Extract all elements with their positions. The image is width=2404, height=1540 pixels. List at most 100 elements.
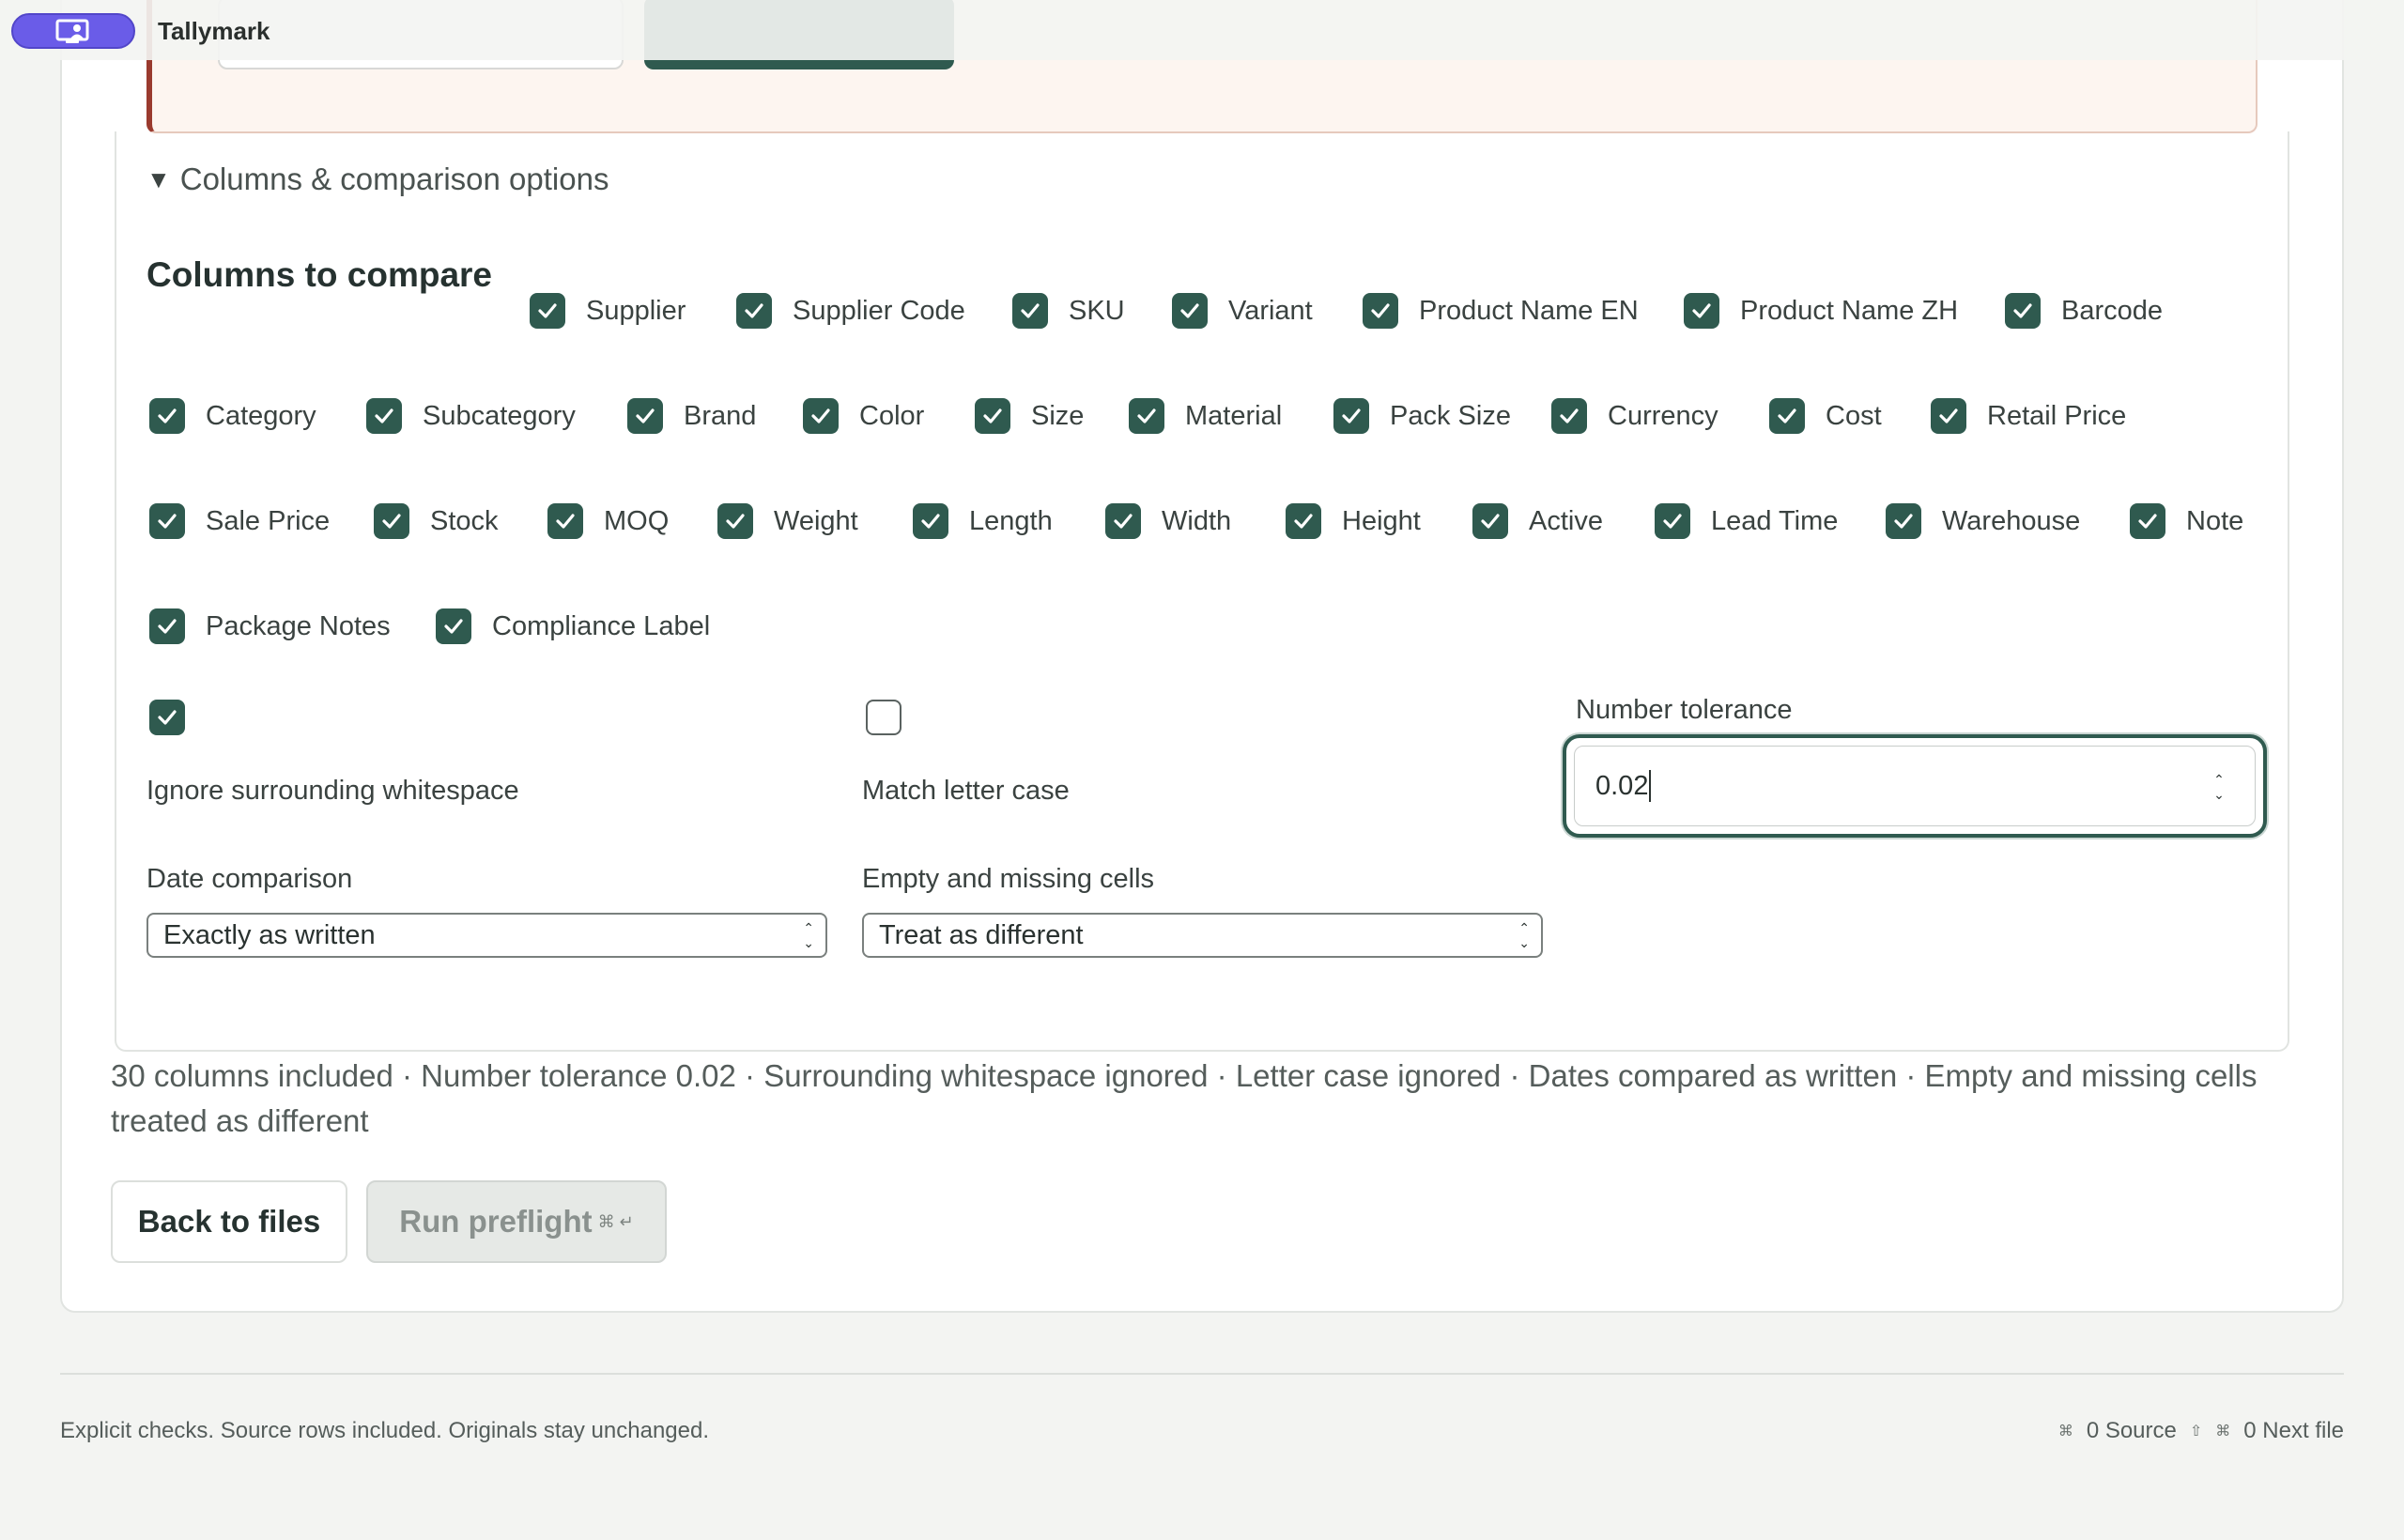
column-checkbox-item[interactable]: SKU <box>1012 293 1125 329</box>
column-checkbox-item[interactable]: Stock <box>374 503 499 539</box>
column-checkbox[interactable] <box>1769 398 1805 434</box>
next-file-shortcut[interactable]: 0 Next file <box>2243 1418 2344 1444</box>
options-disclosure-toggle[interactable]: ▼ Columns & comparison options <box>146 162 609 197</box>
column-checkbox-label: Lead Time <box>1711 505 1839 536</box>
column-checkbox-item[interactable]: MOQ <box>547 503 669 539</box>
column-checkbox[interactable] <box>366 398 402 434</box>
column-checkbox-item[interactable]: Lead Time <box>1655 503 1838 539</box>
column-checkbox-item[interactable]: Sale Price <box>149 503 330 539</box>
disclosure-triangle-icon: ▼ <box>146 164 171 193</box>
column-checkbox-label: Warehouse <box>1942 505 2081 536</box>
date-comparison-select[interactable]: Exactly as written ⌃ ⌄ <box>146 913 827 958</box>
number-tolerance-input[interactable]: 0.02 ⌃ ⌄ <box>1563 734 2267 838</box>
column-checkbox-label: Category <box>206 400 316 431</box>
check-icon <box>1371 303 1390 318</box>
column-checkbox-item[interactable]: Active <box>1472 503 1603 539</box>
options-summary: 30 columns included · Number tolerance 0… <box>111 1058 2258 1138</box>
check-icon <box>375 408 393 424</box>
column-checkbox[interactable] <box>436 608 471 644</box>
column-checkbox[interactable] <box>975 398 1010 434</box>
column-checkbox-item[interactable]: Note <box>2130 503 2243 539</box>
column-checkbox[interactable] <box>1105 503 1141 539</box>
column-checkbox-item[interactable]: Retail Price <box>1931 398 2126 434</box>
column-checkbox[interactable] <box>2130 503 2165 539</box>
app-switcher-button[interactable] <box>11 13 135 49</box>
options-toggle-label: Columns & comparison options <box>179 162 609 196</box>
column-checkbox-item[interactable]: Variant <box>1172 293 1313 329</box>
footer-divider <box>60 1373 2344 1375</box>
column-checkbox[interactable] <box>1172 293 1208 329</box>
column-checkbox[interactable] <box>1886 503 1921 539</box>
column-checkbox[interactable] <box>149 398 185 434</box>
stepper-arrows-icon[interactable]: ⌃ ⌄ <box>2209 770 2229 804</box>
column-checkbox-item[interactable]: Package Notes <box>149 608 391 644</box>
column-checkbox-label: Variant <box>1228 295 1313 326</box>
column-checkbox-label: Material <box>1185 400 1283 431</box>
column-checkbox-label: Active <box>1529 505 1603 536</box>
column-checkbox-item[interactable]: Subcategory <box>366 398 576 434</box>
column-checkbox[interactable] <box>1655 503 1690 539</box>
column-checkbox[interactable] <box>803 398 839 434</box>
column-checkbox-item[interactable]: Pack Size <box>1333 398 1511 434</box>
column-checkbox-item[interactable]: Material <box>1129 398 1282 434</box>
column-checkbox[interactable] <box>1129 398 1164 434</box>
column-checkbox-item[interactable]: Compliance Label <box>436 608 710 644</box>
column-checkbox[interactable] <box>1333 398 1369 434</box>
column-checkbox[interactable] <box>374 503 409 539</box>
column-checkbox-item[interactable]: Cost <box>1769 398 1882 434</box>
column-checkbox[interactable] <box>1012 293 1048 329</box>
column-checkbox-item[interactable]: Height <box>1286 503 1421 539</box>
check-icon <box>158 408 177 424</box>
column-checkbox-label: Cost <box>1826 400 1882 431</box>
column-checkbox-item[interactable]: Warehouse <box>1886 503 2080 539</box>
column-checkbox-item[interactable]: Supplier Code <box>736 293 965 329</box>
check-icon <box>1021 303 1040 318</box>
column-checkbox-item[interactable]: Weight <box>717 503 858 539</box>
number-tolerance-value: 0.02 <box>1595 770 1649 801</box>
column-checkbox-item[interactable]: Currency <box>1551 398 1718 434</box>
column-checkbox[interactable] <box>627 398 663 434</box>
column-checkbox-item[interactable]: Length <box>913 503 1053 539</box>
column-checkbox[interactable] <box>1684 293 1719 329</box>
check-icon <box>382 514 401 529</box>
run-preflight-button[interactable]: Run preflight ⌘ ↵ <box>366 1180 667 1263</box>
check-icon <box>1342 408 1361 424</box>
column-checkbox-item[interactable]: Width <box>1105 503 1231 539</box>
check-icon <box>726 514 745 529</box>
column-checkbox-label: Size <box>1031 400 1085 431</box>
column-checkbox[interactable] <box>1931 398 1966 434</box>
column-checkbox[interactable] <box>1363 293 1398 329</box>
column-checkbox[interactable] <box>1551 398 1587 434</box>
select-arrows-icon: ⌃ ⌄ <box>803 920 814 950</box>
match-case-checkbox[interactable] <box>866 700 902 735</box>
column-checkbox-item[interactable]: Category <box>149 398 316 434</box>
column-checkbox[interactable] <box>717 503 753 539</box>
back-to-files-button[interactable]: Back to files <box>111 1180 347 1263</box>
column-checkbox-item[interactable]: Barcode <box>2005 293 2163 329</box>
date-comparison-label: Date comparison <box>146 864 353 894</box>
column-checkbox[interactable] <box>1286 503 1321 539</box>
footer-shortcuts: ⌘ 0 Source ⇧ ⌘ 0 Next file <box>2058 1418 2344 1444</box>
source-shortcut[interactable]: 0 Source <box>2087 1418 2177 1444</box>
check-icon <box>2138 514 2157 529</box>
column-checkbox[interactable] <box>2005 293 2041 329</box>
column-checkbox-item[interactable]: Supplier <box>530 293 686 329</box>
column-checkbox[interactable] <box>1472 503 1508 539</box>
column-checkbox[interactable] <box>149 608 185 644</box>
ignore-whitespace-checkbox[interactable] <box>149 700 185 735</box>
column-checkbox-item[interactable]: Size <box>975 398 1084 434</box>
column-checkbox[interactable] <box>736 293 772 329</box>
column-checkbox[interactable] <box>530 293 565 329</box>
column-checkbox[interactable] <box>149 503 185 539</box>
column-checkbox-label: Brand <box>684 400 757 431</box>
column-checkbox-item[interactable]: Product Name ZH <box>1684 293 1958 329</box>
empty-cells-select[interactable]: Treat as different ⌃ ⌄ <box>862 913 1543 958</box>
column-checkbox-item[interactable]: Color <box>803 398 924 434</box>
column-checkbox[interactable] <box>913 503 948 539</box>
check-icon <box>1294 514 1313 529</box>
column-checkbox-label: Subcategory <box>423 400 576 431</box>
column-checkbox[interactable] <box>547 503 583 539</box>
column-checkbox-item[interactable]: Brand <box>627 398 756 434</box>
column-checkbox-item[interactable]: Product Name EN <box>1363 293 1639 329</box>
check-icon <box>556 514 575 529</box>
